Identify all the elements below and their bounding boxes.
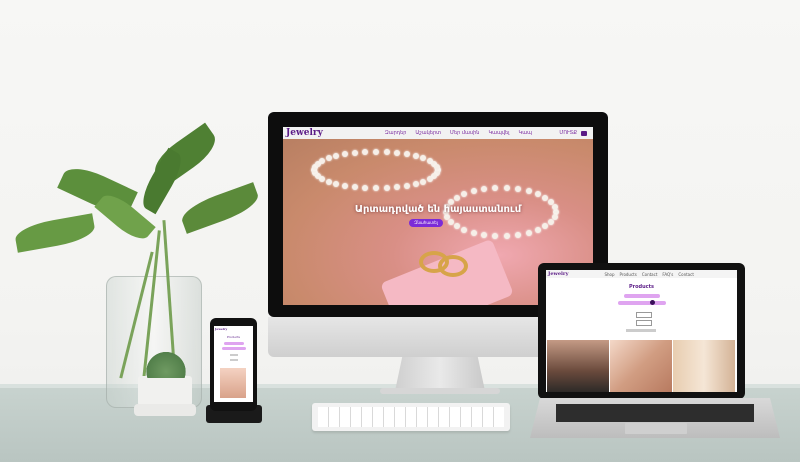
- pearl: [333, 180, 340, 187]
- slider-handle[interactable]: [650, 300, 655, 305]
- pearl: [461, 226, 468, 233]
- pearl: [325, 178, 332, 185]
- macbook-screen: Jewelry Shop Products Contact FAQ's Cont…: [546, 270, 737, 392]
- pearl: [420, 178, 427, 185]
- products-heading: Products: [628, 284, 655, 290]
- pearl: [470, 188, 477, 195]
- pearl: [481, 186, 487, 193]
- pearl: [373, 149, 379, 155]
- hero-title: Արտադրված են հայաստանում: [354, 204, 522, 215]
- login-link[interactable]: ՄՈՒՏՔ: [559, 130, 577, 136]
- filter-pill[interactable]: [224, 342, 244, 345]
- filter-checkbox[interactable]: [230, 359, 238, 361]
- pearl: [514, 231, 521, 238]
- macbook-trackpad: [625, 423, 687, 434]
- nav-link[interactable]: Կապ: [519, 130, 532, 136]
- pearl: [461, 191, 468, 198]
- pearl: [534, 191, 541, 198]
- pearl: [534, 226, 541, 233]
- succulent-pot: [138, 376, 192, 406]
- filter-checkbox[interactable]: [636, 320, 652, 326]
- imac-navbar: Jewelry Զարդեր Աշակերտ Մեր մասին Կապվել …: [283, 127, 593, 139]
- product-thumbnail[interactable]: [547, 340, 609, 392]
- logo[interactable]: Jewelry: [286, 128, 323, 138]
- pearl: [404, 151, 410, 158]
- price-slider[interactable]: [222, 347, 246, 350]
- pearl: [525, 229, 532, 236]
- pearl: [342, 151, 348, 158]
- pearl: [542, 223, 549, 230]
- pot-saucer: [134, 404, 196, 416]
- nav-link[interactable]: Contact: [642, 272, 658, 277]
- products-heading: Products: [227, 335, 240, 339]
- macbook-keyboard: [556, 404, 754, 422]
- pearl: [453, 194, 460, 201]
- product-thumbnail[interactable]: [610, 340, 672, 392]
- pearl: [333, 153, 340, 160]
- pearl: [514, 186, 521, 193]
- nav-link[interactable]: Contact: [678, 272, 694, 277]
- filter-checkbox[interactable]: [230, 354, 238, 356]
- nav-link[interactable]: Մեր մասին: [450, 130, 479, 136]
- pearl: [434, 163, 441, 170]
- pearl: [481, 231, 487, 238]
- pearl: [503, 185, 510, 192]
- pearl: [420, 155, 427, 162]
- imac-foot: [380, 388, 500, 394]
- logo[interactable]: Jewelry: [548, 271, 568, 277]
- pearl: [319, 158, 326, 164]
- nav-link[interactable]: Products: [620, 272, 637, 277]
- pearl: [404, 182, 410, 189]
- pearl: [412, 180, 419, 187]
- pearl: [383, 184, 390, 191]
- pearl: [426, 176, 433, 182]
- pearl: [362, 149, 369, 156]
- nav-link[interactable]: Shop: [604, 272, 614, 277]
- hero-button[interactable]: Զնահատել: [409, 219, 443, 227]
- pearl: [548, 218, 555, 225]
- nav-link[interactable]: FAQ's: [662, 272, 673, 277]
- logo[interactable]: Jewelry: [215, 327, 227, 331]
- phone-screen: Jewelry Products: [214, 326, 253, 402]
- imac-stand: [395, 357, 485, 391]
- pearl: [503, 232, 510, 239]
- product-thumbnail[interactable]: [673, 340, 735, 392]
- pearl: [394, 183, 401, 190]
- price-slider[interactable]: [618, 301, 666, 305]
- nav-link[interactable]: Աշակերտ: [415, 130, 441, 136]
- nav-link[interactable]: Կապվել: [488, 130, 509, 136]
- pearl: [394, 150, 401, 157]
- pearl: [492, 232, 499, 239]
- succulent: [146, 346, 186, 378]
- ring: [438, 255, 468, 277]
- pearl: [325, 155, 332, 162]
- filter-pill[interactable]: [624, 294, 660, 298]
- pearl: [525, 188, 532, 195]
- pearl: [470, 229, 477, 236]
- sort-dropdown[interactable]: [626, 329, 656, 332]
- pearl: [492, 185, 499, 192]
- pearl: [351, 150, 358, 157]
- cart-icon[interactable]: [581, 130, 587, 136]
- pearl: [453, 223, 460, 230]
- pearl: [351, 183, 358, 190]
- pearl: [383, 149, 390, 156]
- product-thumbnail[interactable]: [220, 368, 246, 398]
- pearl: [412, 153, 419, 160]
- macbook-navbar: Jewelry Shop Products Contact FAQ's Cont…: [546, 270, 737, 278]
- pearl: [373, 185, 379, 191]
- pearl: [342, 182, 348, 189]
- keyboard-keys: [318, 407, 504, 427]
- nav-link[interactable]: Զարդեր: [385, 130, 407, 136]
- pearl: [447, 218, 454, 225]
- pearl: [362, 184, 369, 191]
- filter-checkbox[interactable]: [636, 312, 652, 318]
